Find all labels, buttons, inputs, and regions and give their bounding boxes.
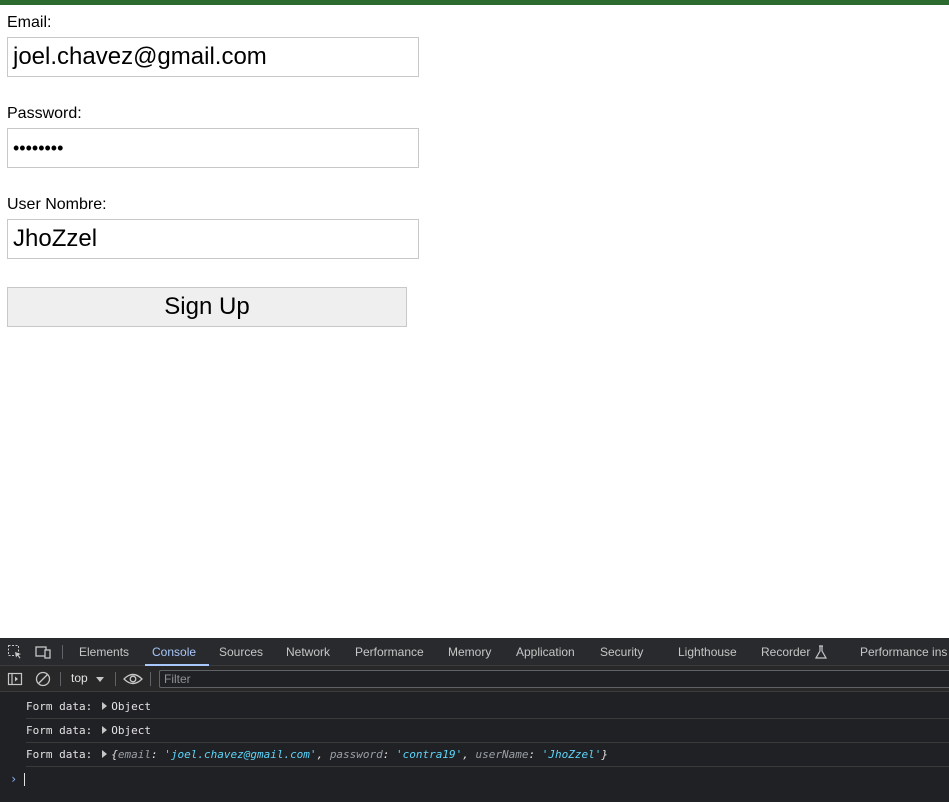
signup-button[interactable]: Sign Up [7,287,407,327]
email-label: Email: [7,14,52,31]
tab-security[interactable]: Security [600,638,643,666]
expand-arrow-icon[interactable] [102,726,108,734]
tab-sources[interactable]: Sources [219,638,263,666]
inspect-icon[interactable] [7,644,23,660]
tab-network[interactable]: Network [286,638,330,666]
console-input[interactable] [24,773,25,786]
devtools-panel: Elements Console Sources Network Perform… [0,638,949,802]
username-label: User Nombre: [7,196,107,213]
tab-application[interactable]: Application [516,638,575,666]
expand-arrow-icon[interactable] [102,702,108,710]
object-value: 'JhoZzel' [541,748,602,761]
tab-memory[interactable]: Memory [448,638,491,666]
clear-console-icon[interactable] [35,671,51,687]
object-key: password [329,748,383,761]
console-filter-input[interactable]: Filter [159,670,949,688]
log-summary: Object [111,724,151,737]
password-field[interactable]: •••••••• [7,128,419,168]
tab-console[interactable]: Console [144,638,210,666]
console-log-row[interactable]: Form data: {email: 'joel.chavez@gmail.com… [26,743,949,767]
username-field[interactable]: JhoZzel [7,219,419,259]
devtools-tab-bar: Elements Console Sources Network Perform… [0,638,949,666]
eye-icon[interactable] [123,671,143,687]
dropdown-arrow-icon[interactable] [95,672,111,688]
console-log-row[interactable]: Form data: Object [26,719,949,743]
tab-performance[interactable]: Performance [355,638,424,666]
console-log-row[interactable]: Form data: Object [26,695,949,719]
object-value: 'contra19' [396,748,463,761]
sidebar-icon[interactable] [7,671,23,687]
tab-elements[interactable]: Elements [79,638,129,666]
device-toggle-icon[interactable] [35,644,51,660]
object-value: 'joel.chavez@gmail.com' [164,748,317,761]
chevron-right-icon: › [10,772,18,786]
console-toolbar: top Filter [0,666,949,692]
tab-lighthouse[interactable]: Lighthouse [678,638,737,666]
object-close-brace: } [601,748,608,761]
tab-recorder[interactable]: Recorder [761,638,810,666]
password-label: Password: [7,105,82,122]
object-key: email [117,748,151,761]
log-label: Form data: [26,700,93,713]
object-open-brace: { [111,748,118,761]
email-field[interactable]: joel.chavez@gmail.com [7,37,419,77]
page-top-bar [0,0,949,5]
expand-arrow-icon[interactable] [102,750,108,758]
log-label: Form data: [26,748,93,761]
log-label: Form data: [26,724,93,737]
tab-performance-insights[interactable]: Performance ins [860,638,947,666]
context-selector[interactable]: top [71,666,88,692]
object-key: userName [475,748,529,761]
log-summary: Object [111,700,151,713]
flask-icon [814,644,830,660]
